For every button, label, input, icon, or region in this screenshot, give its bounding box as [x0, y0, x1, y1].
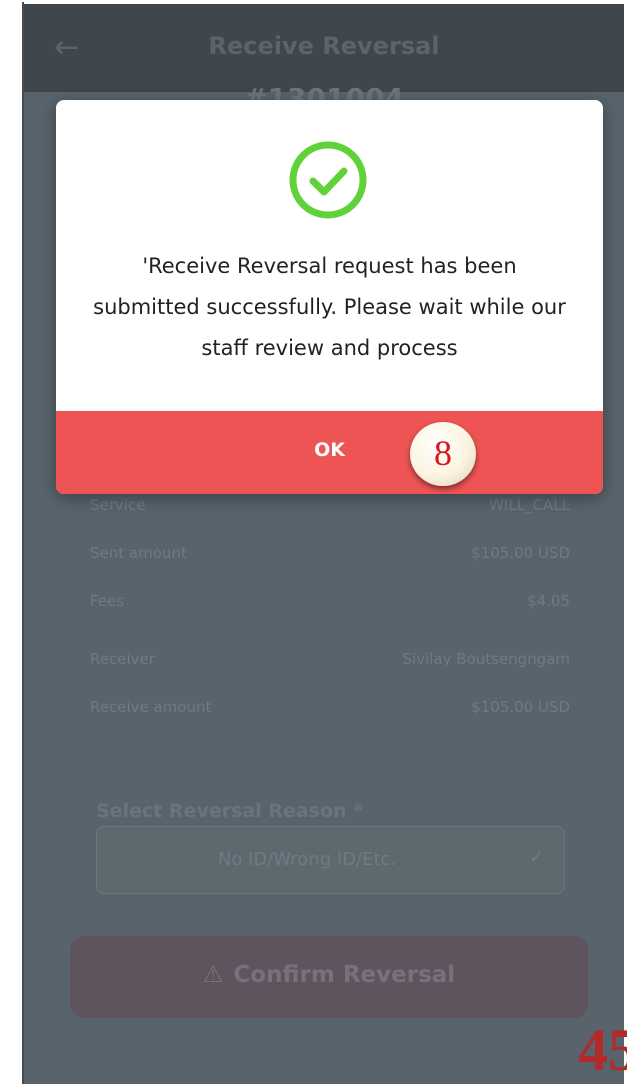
chevron-down-icon: ✓ — [528, 847, 544, 868]
ok-label: OK — [314, 439, 345, 461]
detail-label: Receiver — [90, 650, 155, 668]
confirm-reversal-label: Confirm Reversal — [233, 962, 456, 988]
detail-label: Sent amount — [90, 544, 187, 562]
reversal-reason-select[interactable]: No ID/Wrong ID/Etc. ✓ — [96, 826, 565, 894]
warning-icon: ⚠ — [202, 962, 224, 988]
detail-value: $4.05 — [527, 592, 570, 610]
page-title: Receive Reversal — [208, 32, 440, 60]
page-number: 45 — [578, 1017, 627, 1083]
detail-row-receiver: Receiver Sivilay Boutsengngam — [90, 650, 570, 674]
message-line: 'Receive Reversal request has been — [142, 254, 517, 278]
step-number: 8 — [434, 433, 452, 473]
detail-label: Receive amount — [90, 698, 212, 716]
check-circle-icon — [289, 141, 367, 219]
step-number-badge: 8 — [410, 422, 476, 486]
detail-row-receive-amount: Receive amount $105.00 USD — [90, 698, 570, 722]
reversal-reason-label: Select Reversal Reason * — [96, 800, 364, 822]
success-dialog: 'Receive Reversal request has been submi… — [56, 100, 603, 494]
detail-value: WILL_CALL — [489, 496, 570, 514]
reversal-reason-value: No ID/Wrong ID/Etc. — [217, 849, 397, 870]
detail-row-sent-amount: Sent amount $105.00 USD — [90, 544, 570, 568]
message-line: submitted successfully. Please wait whil… — [93, 295, 566, 319]
detail-label: Service — [90, 496, 146, 514]
detail-label: Fees — [90, 592, 125, 610]
confirm-reversal-button[interactable]: ⚠ Confirm Reversal — [70, 936, 588, 1018]
detail-value: $105.00 USD — [471, 544, 570, 562]
detail-row-fees: Fees $4.05 — [90, 592, 570, 616]
detail-row-service: Service WILL_CALL — [90, 496, 570, 520]
detail-value: $105.00 USD — [471, 698, 570, 716]
app-header: ← Receive Reversal — [24, 4, 624, 92]
message-line: staff review and process — [201, 336, 458, 360]
ok-button[interactable]: OK — [56, 411, 603, 494]
success-message: 'Receive Reversal request has been submi… — [76, 246, 583, 369]
detail-value: Sivilay Boutsengngam — [402, 650, 571, 668]
